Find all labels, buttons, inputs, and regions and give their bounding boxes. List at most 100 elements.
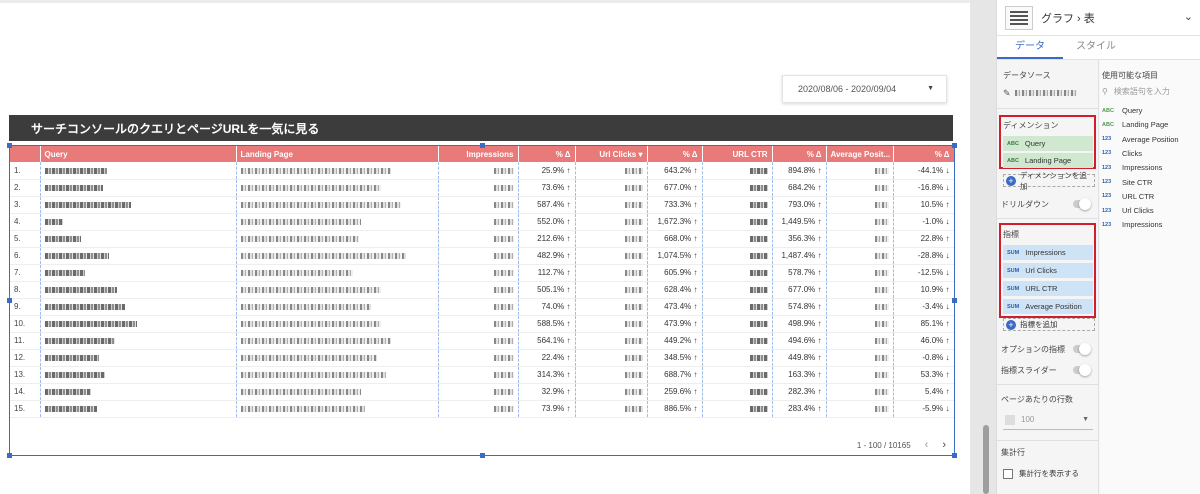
url-clicks-cell [575, 179, 648, 196]
next-page-icon[interactable]: › [942, 439, 946, 451]
average-position-cell [826, 400, 894, 417]
header-impressions-delta[interactable]: % Δ [518, 146, 576, 162]
metric-chip-impressions[interactable]: SUM Impressions [1003, 245, 1093, 260]
header-url-clicks[interactable]: Url Clicks ▾ [575, 146, 648, 162]
prev-page-icon[interactable]: ‹ [925, 439, 929, 451]
header-url-ctr[interactable]: URL CTR [702, 146, 773, 162]
available-field-item[interactable]: 123 Average Position [1102, 135, 1179, 144]
data-table-chart[interactable]: Query Landing Page Impressions % Δ Url C… [9, 145, 955, 456]
checkbox-icon[interactable] [1003, 468, 1013, 479]
available-field-item[interactable]: 123 URL CTR [1102, 192, 1154, 201]
tab-data[interactable]: データ [997, 36, 1063, 59]
table-row[interactable]: 12. 22.4% ↑ 348.5% ↑ 449.8% ↑ -0.8% ↓ [10, 349, 954, 366]
redacted-value [493, 354, 514, 361]
resize-handle[interactable] [7, 298, 12, 303]
metric-slider-toggle[interactable] [1073, 364, 1091, 376]
show-summary-checkbox[interactable]: 集計行を表示する [1003, 468, 1079, 479]
table-row[interactable]: 2. 73.6% ↑ 677.0% ↑ 684.2% ↑ -16.8% ↓ [10, 179, 954, 196]
average-position-delta-cell: -44.1% ↓ [893, 162, 954, 179]
header-average-position-delta[interactable]: % Δ [893, 146, 954, 162]
available-field-item[interactable]: 123 Clicks [1102, 149, 1142, 158]
chevron-down-icon[interactable]: ⌄ [1184, 10, 1193, 23]
url-ctr-delta-cell: 498.9% ↑ [772, 315, 827, 332]
available-field-item[interactable]: ABC Landing Page [1102, 120, 1168, 129]
redacted-value [624, 184, 643, 191]
add-metric-button[interactable]: + 指標を追加 [1003, 318, 1095, 331]
abc-type-icon: ABC [1102, 107, 1114, 114]
row-index: 9. [10, 298, 41, 315]
query-cell [40, 196, 237, 213]
table-row[interactable]: 6. 482.9% ↑ 1,074.5% ↑ 1,487.4% ↑ -28.8% ↓ [10, 247, 954, 264]
header-landing-page[interactable]: Landing Page [236, 146, 439, 162]
resize-handle[interactable] [7, 453, 12, 458]
table-row[interactable]: 7. 112.7% ↑ 605.9% ↑ 578.7% ↑ -12.5% ↓ [10, 264, 954, 281]
date-range-picker[interactable]: 2020/08/06 - 2020/09/04 ▼ [782, 75, 947, 103]
resize-handle[interactable] [952, 298, 957, 303]
average-position-cell [826, 332, 894, 349]
resize-handle[interactable] [952, 453, 957, 458]
resize-handle[interactable] [480, 143, 485, 148]
table-row[interactable]: 1. 25.9% ↑ 643.2% ↑ 894.8% ↑ -44.1% ↓ [10, 162, 954, 179]
redacted-value [749, 320, 768, 327]
available-field-item[interactable]: 123 Url Clicks [1102, 206, 1154, 215]
sum-type-icon: SUM [1007, 285, 1020, 292]
add-dimension-button[interactable]: + ディメンションを追加 [1003, 171, 1095, 191]
metric-chip-average-position[interactable]: SUM Average Position [1003, 299, 1093, 314]
resize-handle[interactable] [480, 453, 485, 458]
rows-per-page-select[interactable]: 100 ▼ [1003, 410, 1093, 430]
table-row[interactable]: 9. 74.0% ↑ 473.4% ↑ 574.8% ↑ -3.4% ↓ [10, 298, 954, 315]
redacted-value [874, 218, 889, 225]
available-field-item[interactable]: ABC Query [1102, 106, 1142, 115]
dimension-chip-landing-page[interactable]: ABC Landing Page [1003, 153, 1093, 168]
abc-type-icon: ABC [1102, 121, 1114, 128]
table-row[interactable]: 3. 587.4% ↑ 733.3% ↑ 793.0% ↑ 10.5% ↑ [10, 196, 954, 213]
available-field-item[interactable]: 123 Site CTR [1102, 178, 1152, 187]
redacted-value [44, 337, 115, 344]
header-query[interactable]: Query [40, 146, 237, 162]
metric-chip-url-ctr[interactable]: SUM URL CTR [1003, 281, 1093, 296]
header-impressions[interactable]: Impressions [438, 146, 519, 162]
impressions-delta-cell: 588.5% ↑ [518, 315, 576, 332]
average-position-cell [826, 315, 894, 332]
drilldown-toggle[interactable] [1073, 198, 1091, 210]
datasource-row[interactable]: ✎ [1003, 86, 1093, 100]
chart-type-selector[interactable]: グラフ › 表 ⌄ [997, 0, 1200, 36]
pencil-icon[interactable]: ✎ [1003, 88, 1011, 99]
url-clicks-cell [575, 247, 648, 264]
tab-style[interactable]: スタイル [1063, 36, 1129, 59]
field-search-input[interactable]: ⚲ 検索語句を入力 [1102, 84, 1199, 98]
table-row[interactable]: 8. 505.1% ↑ 628.4% ↑ 677.0% ↑ 10.9% ↑ [10, 281, 954, 298]
url-ctr-delta-cell: 894.8% ↑ [772, 162, 827, 179]
table-row[interactable]: 13. 314.3% ↑ 688.7% ↑ 163.3% ↑ 53.3% ↑ [10, 366, 954, 383]
metric-chip-url-clicks[interactable]: SUM Url Clicks [1003, 263, 1093, 278]
table-row[interactable]: 15. 73.9% ↑ 886.5% ↑ 283.4% ↑ -5.9% ↓ [10, 400, 954, 417]
available-field-item[interactable]: 123 Impressions [1102, 163, 1162, 172]
optional-metrics-toggle[interactable] [1073, 343, 1091, 355]
table-row[interactable]: 14. 32.9% ↑ 259.6% ↑ 282.3% ↑ 5.4% ↑ [10, 383, 954, 400]
header-url-ctr-delta[interactable]: % Δ [772, 146, 827, 162]
redacted-value [749, 286, 768, 293]
redacted-value [624, 388, 643, 395]
table-row[interactable]: 11. 564.1% ↑ 449.2% ↑ 494.6% ↑ 46.0% ↑ [10, 332, 954, 349]
impressions-cell [438, 281, 519, 298]
divider [997, 218, 1099, 219]
redacted-value [240, 269, 353, 276]
available-field-item[interactable]: 123 Impressions [1102, 220, 1162, 229]
redacted-value [749, 167, 768, 174]
header-url-clicks-delta[interactable]: % Δ [647, 146, 703, 162]
row-index: 3. [10, 196, 41, 213]
canvas-scrollbar-thumb[interactable] [983, 425, 989, 494]
redacted-value [624, 337, 643, 344]
average-position-cell [826, 349, 894, 366]
dimension-chip-query[interactable]: ABC Query [1003, 136, 1093, 151]
field-search-placeholder: 検索語句を入力 [1113, 86, 1170, 96]
header-average-position[interactable]: Average Posit... [826, 146, 894, 162]
resize-handle[interactable] [7, 143, 12, 148]
report-canvas[interactable]: 2020/08/06 - 2020/09/04 ▼ サーチコンソールのクエリとペ… [0, 0, 970, 494]
table-row[interactable]: 10. 588.5% ↑ 473.9% ↑ 498.9% ↑ 85.1% ↑ [10, 315, 954, 332]
table-row[interactable]: 5. 212.6% ↑ 668.0% ↑ 356.3% ↑ 22.8% ↑ [10, 230, 954, 247]
resize-handle[interactable] [952, 143, 957, 148]
datasource-label: データソース [1003, 71, 1051, 80]
table-row[interactable]: 4. 552.0% ↑ 1,672.3% ↑ 1,449.5% ↑ -1.0% ↓ [10, 213, 954, 230]
redacted-value [240, 167, 391, 174]
